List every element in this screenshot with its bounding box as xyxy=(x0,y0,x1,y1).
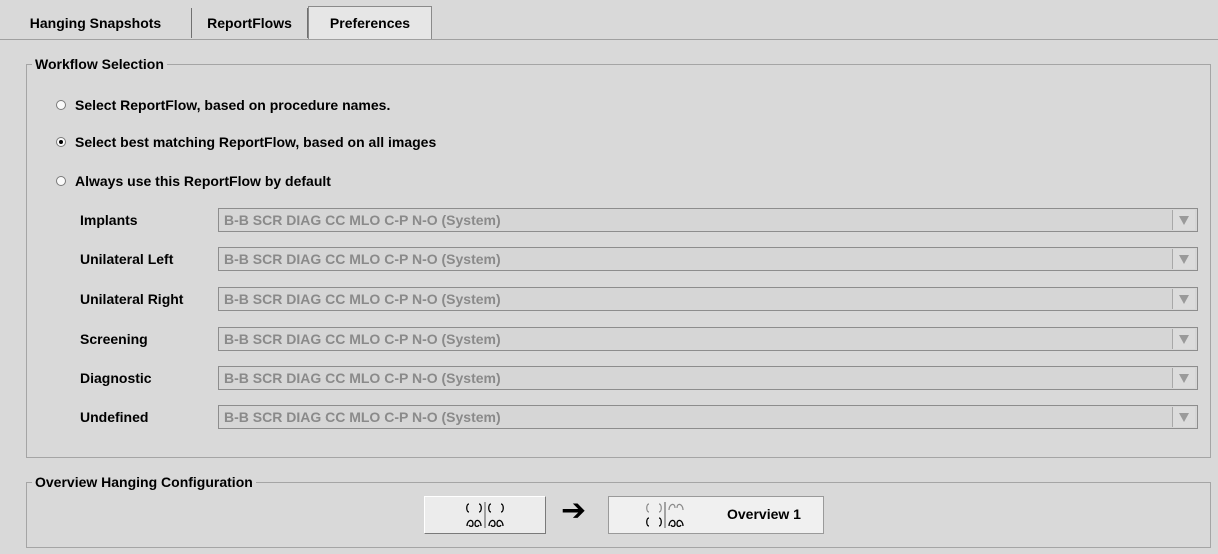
flow-select-value: B-B SCR DIAG CC MLO C-P N-O (System) xyxy=(224,291,501,307)
radio-label: Always use this ReportFlow by default xyxy=(75,173,331,189)
flow-row-screening: Screening B-B SCR DIAG CC MLO C-P N-O (S… xyxy=(80,327,1200,351)
radio-label: Select ReportFlow, based on procedure na… xyxy=(75,97,391,113)
flow-select[interactable]: B-B SCR DIAG CC MLO C-P N-O (System) xyxy=(218,366,1198,390)
tab-bar: Hanging Snapshots ReportFlows Preference… xyxy=(0,0,1218,40)
flow-label: Implants xyxy=(80,212,138,228)
flow-select[interactable]: B-B SCR DIAG CC MLO C-P N-O (System) xyxy=(218,327,1198,351)
overview-target-button[interactable]: Overview 1 xyxy=(608,496,824,534)
flow-select[interactable]: B-B SCR DIAG CC MLO C-P N-O (System) xyxy=(218,405,1198,429)
hanging-layout-icon xyxy=(466,502,504,528)
right-arrow-icon: ➔ xyxy=(561,493,587,528)
flow-row-implants: Implants B-B SCR DIAG CC MLO C-P N-O (Sy… xyxy=(80,208,1200,232)
flow-label: Undefined xyxy=(80,409,149,425)
flow-select[interactable]: B-B SCR DIAG CC MLO C-P N-O (System) xyxy=(218,287,1198,311)
flow-label: Diagnostic xyxy=(80,370,152,386)
flow-label: Screening xyxy=(80,331,148,347)
chevron-down-icon[interactable] xyxy=(1172,210,1195,230)
hanging-source-button[interactable] xyxy=(424,496,546,534)
flow-row-unilateral-right: Unilateral Right B-B SCR DIAG CC MLO C-P… xyxy=(80,287,1200,311)
overview-hanging-title: Overview Hanging Configuration xyxy=(32,474,256,490)
overview-target-label: Overview 1 xyxy=(727,506,801,522)
workflow-selection-title: Workflow Selection xyxy=(32,56,167,72)
flow-label: Unilateral Right xyxy=(80,291,184,307)
flow-select-value: B-B SCR DIAG CC MLO C-P N-O (System) xyxy=(224,251,501,267)
flow-label: Unilateral Left xyxy=(80,251,174,267)
tab-hanging-snapshots[interactable]: Hanging Snapshots xyxy=(0,8,192,38)
chevron-down-icon[interactable] xyxy=(1172,329,1195,349)
flow-select-value: B-B SCR DIAG CC MLO C-P N-O (System) xyxy=(224,212,501,228)
radio-button-checked[interactable] xyxy=(56,137,66,147)
tab-reportflows[interactable]: ReportFlows xyxy=(192,8,308,38)
hanging-layout-icon xyxy=(646,502,684,528)
flow-row-unilateral-left: Unilateral Left B-B SCR DIAG CC MLO C-P … xyxy=(80,247,1200,271)
radio-label: Select best matching ReportFlow, based o… xyxy=(75,134,437,150)
flow-row-undefined: Undefined B-B SCR DIAG CC MLO C-P N-O (S… xyxy=(80,405,1200,429)
flow-select-value: B-B SCR DIAG CC MLO C-P N-O (System) xyxy=(224,370,501,386)
flow-row-diagnostic: Diagnostic B-B SCR DIAG CC MLO C-P N-O (… xyxy=(80,366,1200,390)
chevron-down-icon[interactable] xyxy=(1172,249,1195,269)
flow-select-value: B-B SCR DIAG CC MLO C-P N-O (System) xyxy=(224,331,501,347)
chevron-down-icon[interactable] xyxy=(1172,407,1195,427)
radio-button[interactable] xyxy=(56,100,66,110)
flow-select-value: B-B SCR DIAG CC MLO C-P N-O (System) xyxy=(224,409,501,425)
tab-preferences[interactable]: Preferences xyxy=(308,6,432,40)
flow-select[interactable]: B-B SCR DIAG CC MLO C-P N-O (System) xyxy=(218,247,1198,271)
chevron-down-icon[interactable] xyxy=(1172,289,1195,309)
flow-select[interactable]: B-B SCR DIAG CC MLO C-P N-O (System) xyxy=(218,208,1198,232)
radio-button[interactable] xyxy=(56,176,66,186)
chevron-down-icon[interactable] xyxy=(1172,368,1195,388)
